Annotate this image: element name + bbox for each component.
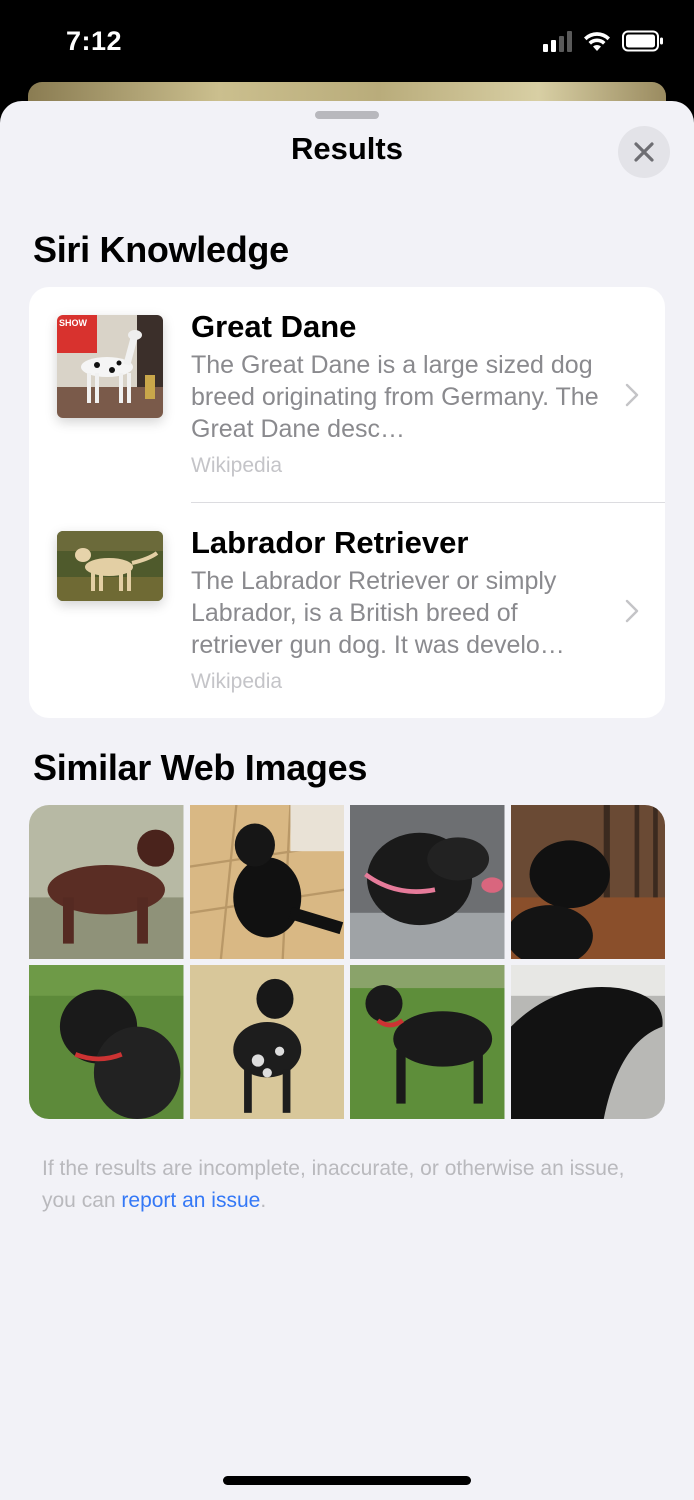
cellular-signal-icon — [543, 30, 572, 52]
knowledge-item-source: Wikipedia — [191, 454, 283, 477]
similar-web-images-heading: Similar Web Images — [33, 747, 368, 788]
sheet-grabber[interactable] — [315, 111, 379, 119]
chevron-right-icon — [625, 599, 639, 623]
chevron-right-icon — [625, 383, 639, 407]
status-bar: 7:12 — [0, 0, 694, 88]
great-dane-photo: SHOW — [57, 315, 163, 418]
similar-image[interactable] — [510, 805, 665, 959]
similar-image[interactable] — [29, 965, 184, 1119]
status-icons — [543, 30, 664, 52]
siri-knowledge-heading: Siri Knowledge — [33, 229, 289, 270]
results-sheet: Results Siri Knowledge SHOW Great Dane T… — [0, 101, 694, 1500]
report-issue-note: If the results are incomplete, inaccurat… — [42, 1153, 662, 1217]
knowledge-item-labrador-retriever[interactable]: Labrador Retriever The Labrador Retrieve… — [29, 503, 665, 718]
wifi-icon — [582, 30, 612, 52]
sheet-title: Results — [291, 131, 403, 166]
knowledge-item-source: Wikipedia — [191, 670, 283, 693]
knowledge-item-description: The Labrador Retriever or simply Labrado… — [191, 567, 565, 659]
home-indicator[interactable] — [223, 1476, 471, 1485]
knowledge-item-great-dane[interactable]: SHOW Great Dane The Great Dane is a larg… — [29, 287, 665, 503]
close-icon — [634, 142, 654, 162]
knowledge-item-title: Great Dane — [191, 309, 357, 344]
close-button[interactable] — [618, 126, 670, 178]
similar-image[interactable] — [350, 965, 505, 1119]
show-banner-text: SHOW — [59, 318, 88, 328]
similar-image[interactable] — [189, 805, 344, 959]
knowledge-item-title: Labrador Retriever — [191, 525, 469, 560]
siri-knowledge-card: SHOW Great Dane The Great Dane is a larg… — [29, 287, 665, 718]
knowledge-item-description: The Great Dane is a large sized dog bree… — [191, 351, 599, 443]
labrador-retriever-photo — [57, 531, 163, 601]
similar-web-images-grid — [29, 805, 665, 1119]
similar-image[interactable] — [350, 805, 505, 959]
similar-image[interactable] — [510, 965, 665, 1119]
battery-icon — [622, 30, 664, 52]
footer-text-end: . — [260, 1189, 267, 1212]
report-issue-link[interactable]: report an issue — [121, 1189, 260, 1212]
status-time: 7:12 — [66, 26, 123, 56]
similar-image[interactable] — [189, 965, 344, 1119]
similar-image[interactable] — [29, 805, 184, 959]
